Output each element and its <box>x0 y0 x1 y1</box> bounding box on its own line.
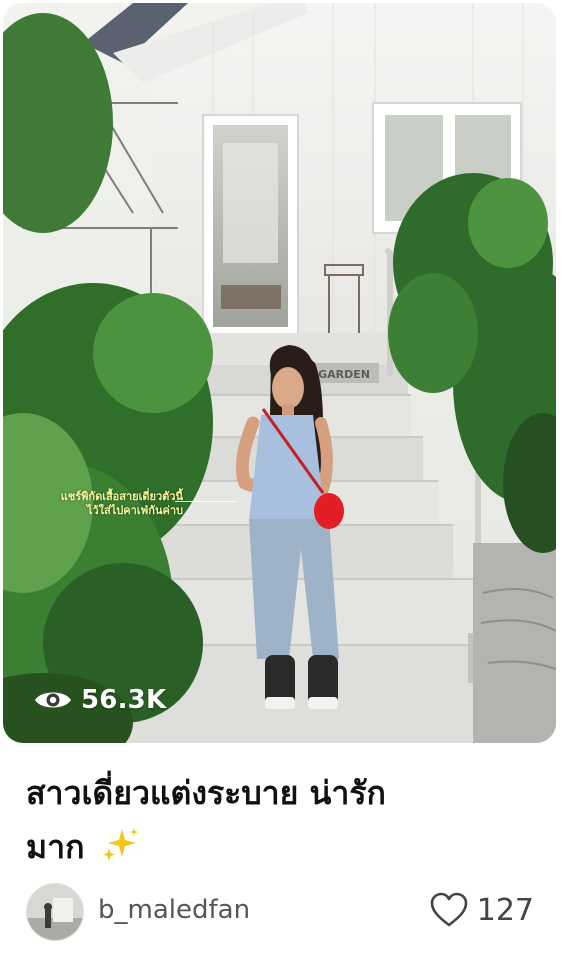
sparkles-icon <box>102 828 138 861</box>
author-username[interactable]: b_maledfan <box>98 895 250 925</box>
view-count: 56.3K <box>81 685 167 715</box>
overlay-caption-line-2: ไว้ใส่ไปคาเฟ่กันค่าบ <box>86 504 183 517</box>
eye-icon <box>35 692 71 708</box>
like-button[interactable]: 127 <box>429 891 534 929</box>
photo-illustration: GARDEN <box>3 3 556 743</box>
avatar[interactable] <box>26 883 84 941</box>
overlay-pointer-line <box>175 501 237 502</box>
photo-text-overlay: แชร์พิกัดเสื้อสายเดี่ยวตัวนี้ ไว้ใส่ไปคา… <box>13 490 183 518</box>
post-title[interactable]: สาวเดี่ยวแต่งระบาย น่ารัก มาก <box>26 766 546 874</box>
avatar-image <box>27 884 83 940</box>
heart-icon <box>430 892 468 927</box>
post-title-line-2-text: มาก <box>26 828 85 866</box>
post-title-line-1: สาวเดี่ยวแต่งระบาย น่ารัก <box>26 774 386 812</box>
post-card[interactable]: GARDEN แชร์พิกัดเสื้อสายเดี่ยวตัวนี้ ไว้… <box>0 0 571 960</box>
overlay-caption-line-1: แชร์พิกัดเสื้อสายเดี่ยวตัวนี้ <box>60 490 183 503</box>
view-counter: 56.3K <box>33 683 166 717</box>
like-count: 127 <box>476 892 534 928</box>
post-title-line-2: มาก <box>26 820 546 874</box>
garden-sign: GARDEN <box>318 368 370 381</box>
post-photo[interactable]: GARDEN แชร์พิกัดเสื้อสายเดี่ยวตัวนี้ ไว้… <box>3 3 556 743</box>
post-footer: b_maledfan 127 <box>26 882 546 942</box>
